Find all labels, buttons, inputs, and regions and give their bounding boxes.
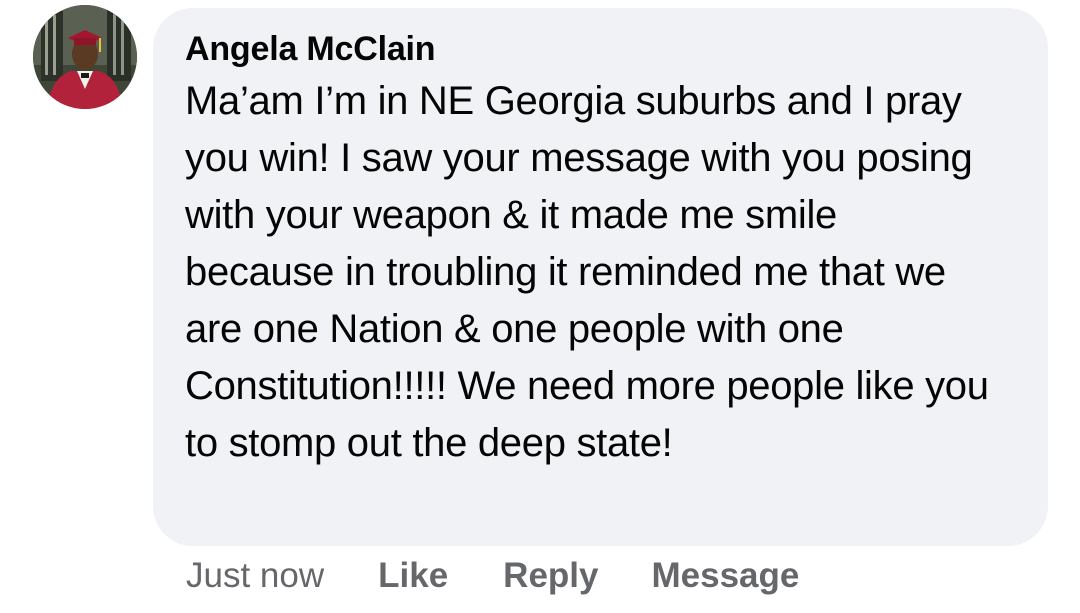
like-button[interactable]: Like bbox=[378, 554, 448, 598]
reply-button[interactable]: Reply bbox=[503, 554, 598, 598]
comment-text: Ma’am I’m in NE Georgia suburbs and I pr… bbox=[185, 79, 989, 465]
comment-author[interactable]: Angela McClain bbox=[185, 29, 1018, 69]
comment-timestamp[interactable]: Just now bbox=[186, 554, 324, 598]
avatar[interactable] bbox=[33, 5, 137, 109]
message-button[interactable]: Message bbox=[651, 554, 799, 598]
avatar-photo bbox=[33, 5, 137, 109]
comment-bubble: Angela McClain Ma’am I’m in NE Georgia s… bbox=[153, 8, 1048, 546]
comment-actions: Just now Like Reply Message bbox=[186, 554, 799, 598]
